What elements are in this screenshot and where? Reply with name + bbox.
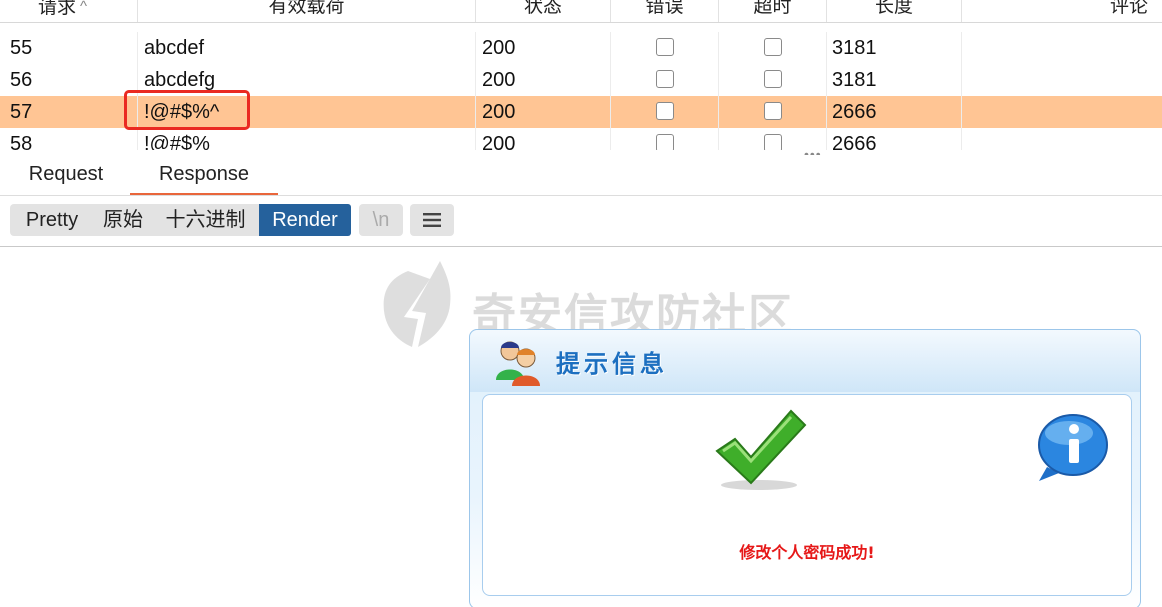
cell-comment [962,128,1162,150]
table-header: 请求 ^ 有效载荷 状态 错误 超时 长度 评论 [0,0,1162,23]
cell-comment [962,64,1162,96]
view-pretty-button[interactable]: Pretty [10,204,94,236]
dialog-body: 修改个人密码成功! [482,394,1132,596]
view-hex-button[interactable]: 十六进制 [152,204,259,236]
cell-length: 2666 [827,128,962,150]
col-header-comment[interactable]: 评论 [962,0,1162,22]
cell-status: 200 [476,128,611,150]
timeout-checkbox[interactable] [764,70,782,88]
tab-request[interactable]: Request [14,161,118,193]
tab-response[interactable]: Response [130,161,278,195]
col-header-timeout[interactable]: 超时 [719,0,827,22]
view-toolbar: Pretty 原始 十六进制 Render \n [0,196,1162,247]
cell-payload: abcdef [138,32,476,64]
cell-length: 3181 [827,64,962,96]
cell-comment [962,96,1162,128]
cell-payload: !@#$% [138,128,476,150]
table-row[interactable]: 58 !@#$% 200 2666 [0,128,1162,150]
cell-request: 58 [0,128,138,150]
cell-timeout [719,96,827,128]
col-header-status[interactable]: 状态 [476,0,611,22]
cell-request: 55 [0,32,138,64]
cell-status: 200 [476,96,611,128]
table-row[interactable]: 55 abcdef 200 3181 [0,32,1162,64]
cell-error [611,32,719,64]
view-mode-segment: Pretty 原始 十六进制 Render [10,204,351,236]
cell-length: 2666 [827,96,962,128]
payload-highlight-box [124,90,250,130]
dialog-title: 提示信息 [556,350,668,378]
view-render-button[interactable]: Render [259,204,351,236]
col-header-length[interactable]: 长度 [827,0,962,22]
cell-error [611,96,719,128]
cell-status: 200 [476,32,611,64]
message-tabs: Request Response [0,155,1162,196]
timeout-checkbox[interactable] [764,102,782,120]
timeout-checkbox[interactable] [764,38,782,56]
cell-timeout [719,64,827,96]
cell-timeout [719,32,827,64]
users-icon [496,341,540,386]
view-raw-button[interactable]: 原始 [94,204,152,236]
green-checkmark-icon [715,409,807,490]
cell-status: 200 [476,64,611,96]
hamburger-menu-icon [423,213,441,227]
col-header-payload[interactable]: 有效载荷 [138,0,476,22]
cell-error [611,128,719,150]
render-view: 奇安信攻防社区 提示信息 修改个人密码成功! [0,247,1162,607]
error-checkbox[interactable] [656,38,674,56]
error-checkbox[interactable] [656,70,674,88]
menu-button[interactable] [410,204,454,236]
cell-request: 56 [0,64,138,96]
cell-comment [962,32,1162,64]
sort-ascending-icon: ^ [80,0,88,15]
shield-bolt-logo-icon [383,261,451,347]
newline-toggle-button[interactable]: \n [359,204,403,236]
info-bubble-icon [1038,414,1108,481]
cell-request: 57 [0,96,138,128]
timeout-checkbox[interactable] [764,134,782,150]
results-table: 54 abcde 200 3181 55 abcdef 200 3181 56 … [0,0,1162,150]
dialog-message: 修改个人密码成功! [739,543,875,562]
col-header-request[interactable]: 请求 ^ [0,0,138,22]
info-dialog: 提示信息 修改个人密码成功! [469,329,1141,607]
col-header-label: 请求 [38,0,77,18]
cell-error [611,64,719,96]
error-checkbox[interactable] [656,102,674,120]
error-checkbox[interactable] [656,134,674,150]
cell-length: 3181 [827,32,962,64]
dialog-header: 提示信息 [470,330,1140,392]
col-header-error[interactable]: 错误 [611,0,719,22]
